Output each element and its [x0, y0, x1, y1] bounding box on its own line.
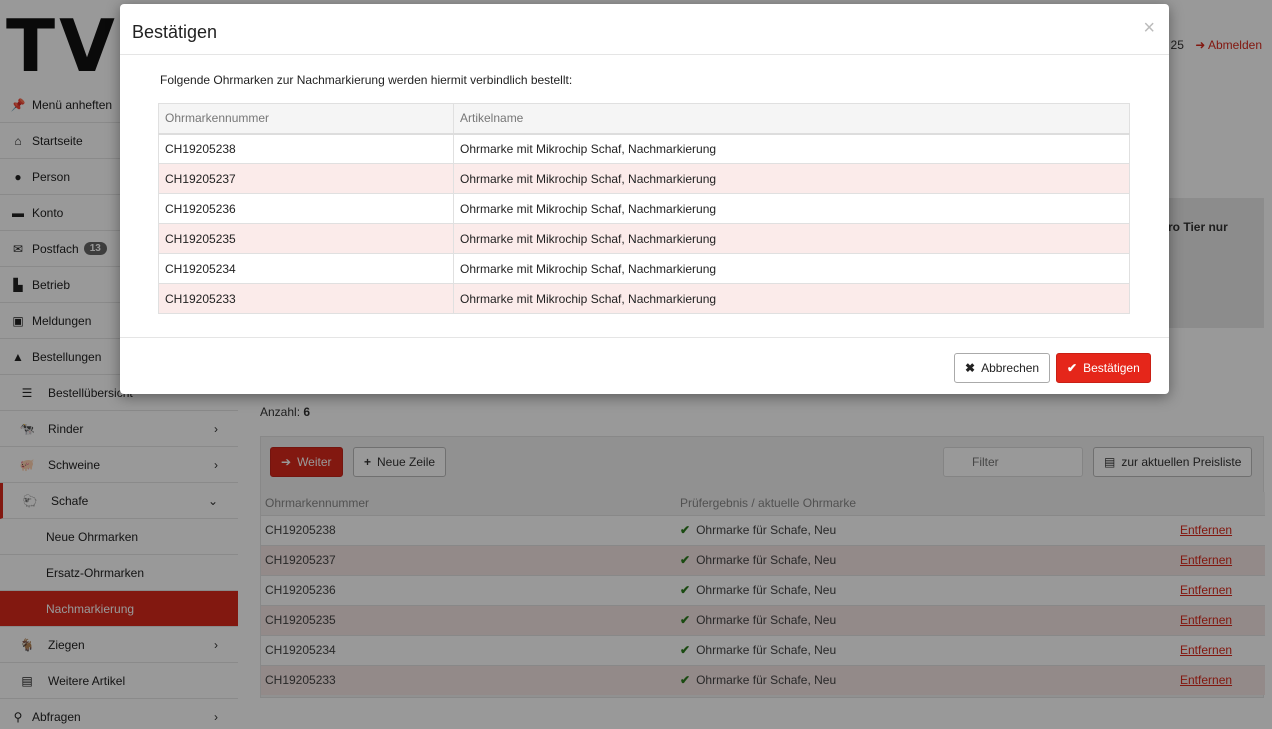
order-summary-table: Ohrmarkennummer Artikelname CH19205238 Oh… [158, 103, 1130, 314]
check-icon: ✔ [1067, 361, 1078, 375]
table-row: CH19205236 Ohrmarke mit Mikrochip Schaf, … [158, 193, 1130, 224]
dialog-header: Bestätigen × [120, 4, 1169, 55]
confirm-button[interactable]: ✔ Bestätigen [1056, 353, 1151, 383]
close-icon[interactable]: × [1143, 18, 1155, 38]
table-row: CH19205238 Ohrmarke mit Mikrochip Schaf, … [158, 133, 1130, 164]
close-icon: ✖ [965, 361, 976, 375]
table-row: CH19205234 Ohrmarke mit Mikrochip Schaf, … [158, 253, 1130, 284]
cancel-button[interactable]: ✖ Abbrechen [954, 353, 1051, 383]
dialog-footer: ✖ Abbrechen ✔ Bestätigen [120, 337, 1169, 394]
confirm-dialog: Bestätigen × Folgende Ohrmarken zur Nach… [120, 4, 1169, 394]
table-row: CH19205233 Ohrmarke mit Mikrochip Schaf, … [158, 283, 1130, 314]
dialog-body: Folgende Ohrmarken zur Nachmarkierung we… [120, 55, 1169, 314]
column-header: Artikelname [453, 103, 1130, 135]
table-row: CH19205237 Ohrmarke mit Mikrochip Schaf, … [158, 163, 1130, 194]
column-header: Ohrmarkennummer [158, 103, 454, 135]
table-row: CH19205235 Ohrmarke mit Mikrochip Schaf, … [158, 223, 1130, 254]
dialog-title: Bestätigen [132, 22, 218, 42]
dialog-intro-text: Folgende Ohrmarken zur Nachmarkierung we… [160, 73, 573, 87]
